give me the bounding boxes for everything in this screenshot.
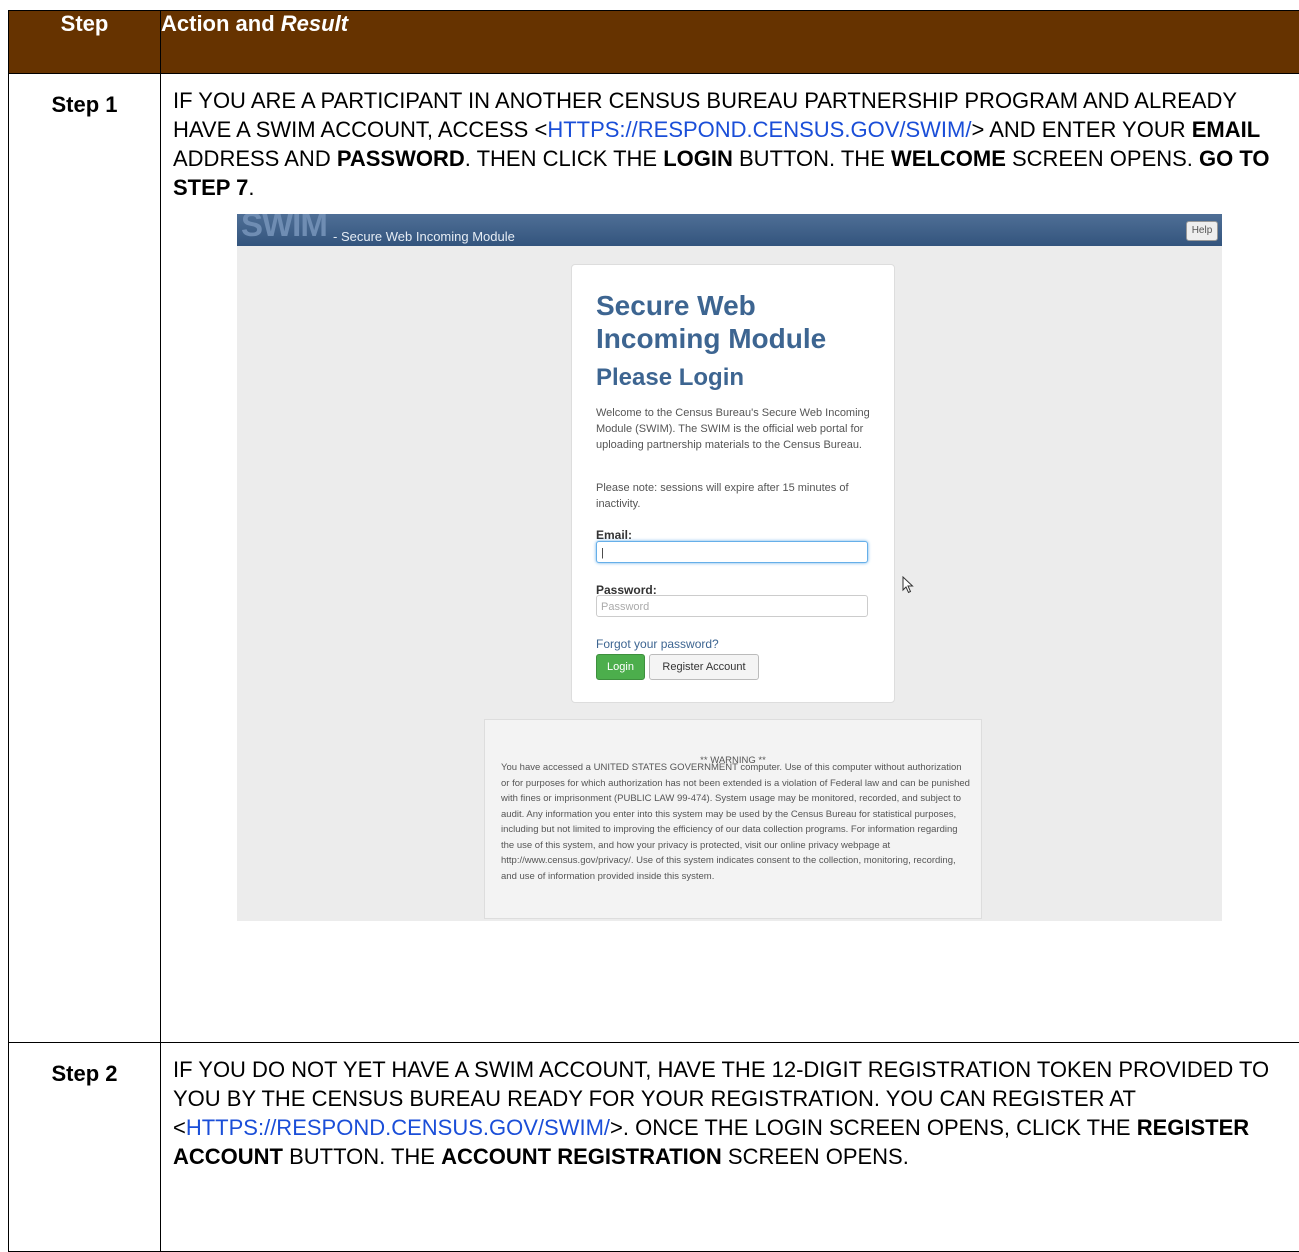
email-field[interactable]: | [596, 541, 868, 563]
header-action-label: Action and [161, 11, 281, 36]
step-row-1: Step 1 IF YOU ARE A PARTICIPANT IN ANOTH… [9, 74, 1299, 1043]
step-2-instructions: IF YOU DO NOT YET HAVE A SWIM ACCOUNT, H… [173, 1055, 1287, 1171]
password-field[interactable]: Password [596, 595, 868, 617]
action-cell: IF YOU DO NOT YET HAVE A SWIM ACCOUNT, H… [161, 1043, 1299, 1252]
instruction-bold: EMAIL [1192, 117, 1260, 142]
warning-panel: ** WARNING ** You have accessed a UNITED… [484, 719, 982, 919]
login-panel: Secure Web Incoming Module Please Login … [571, 264, 895, 703]
step-row-2: Step 2 IF YOU DO NOT YET HAVE A SWIM ACC… [9, 1043, 1299, 1252]
welcome-text: Welcome to the Census Bureau's Secure We… [596, 405, 876, 453]
instruction-text: . THEN CLICK THE [465, 146, 663, 171]
swim-url-link[interactable]: HTTPS://RESPOND.CENSUS.GOV/SWIM/ [547, 117, 971, 142]
login-title: Secure Web Incoming Module [596, 289, 886, 355]
swim-url-link[interactable]: HTTPS://RESPOND.CENSUS.GOV/SWIM/ [186, 1115, 610, 1140]
instruction-bold: PASSWORD [337, 146, 465, 171]
instruction-bold: ACCOUNT REGISTRATION [441, 1144, 722, 1169]
mouse-cursor-icon [902, 576, 914, 594]
instruction-text: ADDRESS AND [173, 146, 337, 171]
instruction-bold: LOGIN [663, 146, 733, 171]
header-action: Action and Result [161, 11, 1299, 74]
swim-logo: SWIM [241, 214, 327, 239]
instruction-text: . [248, 175, 254, 200]
instruction-text: BUTTON. THE [283, 1144, 441, 1169]
step-1-instructions: IF YOU ARE A PARTICIPANT IN ANOTHER CENS… [173, 86, 1287, 202]
header-action-result: Result [281, 11, 348, 36]
session-note: Please note: sessions will expire after … [596, 480, 876, 512]
instruction-text: SCREEN OPENS. [1006, 146, 1199, 171]
instruction-text: >. ONCE THE LOGIN SCREEN OPENS, CLICK TH… [610, 1115, 1137, 1140]
header-step: Step [9, 11, 161, 74]
swim-subtitle: - Secure Web Incoming Module [333, 222, 515, 251]
instruction-text: BUTTON. THE [733, 146, 891, 171]
instruction-text: > AND ENTER YOUR [971, 117, 1191, 142]
step-label: Step 1 [9, 74, 161, 1043]
step-label: Step 2 [9, 1043, 161, 1252]
help-button[interactable]: Help [1186, 221, 1218, 241]
login-button[interactable]: Login [596, 654, 645, 680]
warning-text: You have accessed a UNITED STATES GOVERN… [501, 760, 971, 884]
instruction-bold: WELCOME [891, 146, 1006, 171]
instruction-text: SCREEN OPENS. [722, 1144, 909, 1169]
procedure-table: Step Action and Result Step 1 IF YOU ARE… [8, 10, 1299, 1252]
register-account-button[interactable]: Register Account [649, 654, 759, 680]
swim-login-screenshot: SWIM - Secure Web Incoming Module Help S… [237, 214, 1222, 921]
action-cell: IF YOU ARE A PARTICIPANT IN ANOTHER CENS… [161, 74, 1299, 1043]
header-row: Step Action and Result [9, 11, 1299, 74]
swim-top-bar: SWIM - Secure Web Incoming Module Help [237, 214, 1222, 246]
login-subheading: Please Login [596, 363, 744, 392]
